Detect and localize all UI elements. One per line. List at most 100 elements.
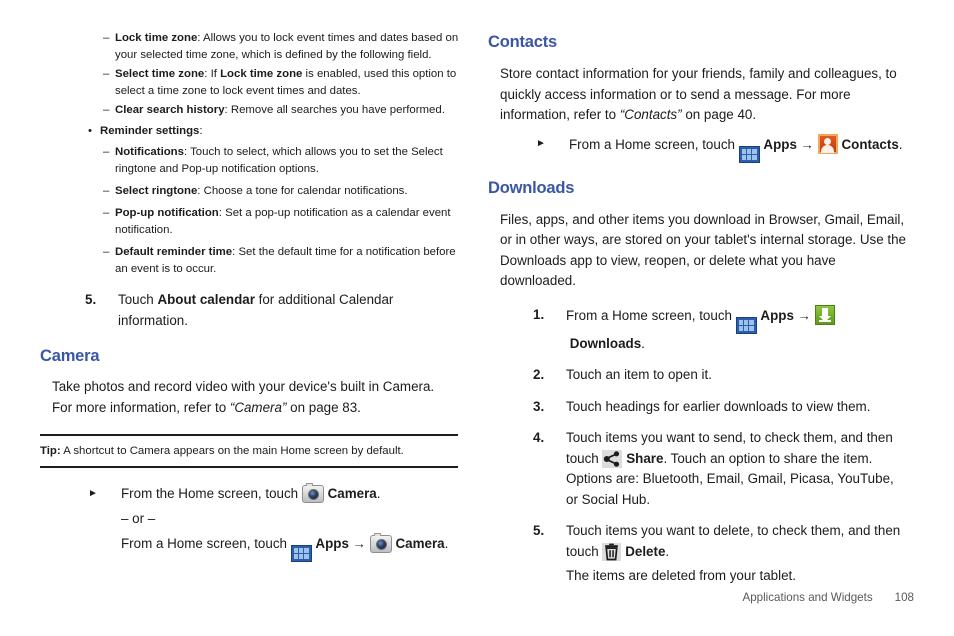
arrow-step-alt: From a Home screen, touch Apps → Camera. xyxy=(88,533,460,562)
or-separator: – or – xyxy=(121,510,156,526)
camera-icon xyxy=(369,533,392,553)
camera-app-label: Camera xyxy=(395,536,445,551)
page-section-heading-camera: Camera xyxy=(40,347,100,365)
step-period: . xyxy=(641,335,645,351)
list-item-body: Pop-up notification: Set a pop-up notifi… xyxy=(115,205,460,239)
step-body: Touch items you want to send, to check t… xyxy=(566,428,908,510)
closing-note: The items are deleted from your tablet. xyxy=(566,568,796,583)
dash-marker: – xyxy=(103,246,110,258)
share-label: Share xyxy=(626,450,664,466)
step-period: . xyxy=(376,486,381,501)
apps-label: Apps xyxy=(763,136,797,152)
step-body: Touch headings for earlier downloads to … xyxy=(566,398,871,414)
step-text-tail: . xyxy=(665,543,670,559)
dash-marker: – xyxy=(103,185,110,197)
numbered-step: 1. From a Home screen, touch Apps → Down… xyxy=(533,304,908,355)
list-item-body: Default reminder time: Set the default t… xyxy=(115,244,460,278)
downloads-paragraph: Files, apps, and other items you downloa… xyxy=(500,211,906,289)
numbered-step: 5. Touch items you want to delete, to ch… xyxy=(533,521,908,562)
right-column: Contacts Store contact information for y… xyxy=(488,0,908,598)
step-body: Touch an item to open it. xyxy=(566,367,712,382)
camera-cross-reference: “Camera” xyxy=(229,399,287,415)
step-period: . xyxy=(444,536,449,551)
triangle-bullet-icon: ► xyxy=(88,488,98,499)
numbered-step: 2. Touch an item to open it. xyxy=(533,365,908,386)
step-text-lead: Touch xyxy=(118,292,158,307)
apps-label: Apps xyxy=(760,307,794,323)
tip-box: Tip: A shortcut to Camera appears on the… xyxy=(40,434,458,468)
arrow-step: ► From the Home screen, touch Camera. xyxy=(88,483,460,505)
term: Notifications xyxy=(115,146,184,158)
share-icon xyxy=(602,449,623,468)
downloads-icon xyxy=(814,304,835,325)
numbered-step: 4. Touch items you want to send, to chec… xyxy=(533,428,908,510)
contacts-app-label: Contacts xyxy=(841,136,899,152)
term: Select ringtone xyxy=(115,185,198,197)
bullet-marker: • xyxy=(88,125,92,137)
step-number: 2. xyxy=(533,367,545,382)
dash-marker: – xyxy=(103,207,110,219)
definition: : Remove all searches you have performed… xyxy=(224,104,445,116)
dash-marker: – xyxy=(103,32,110,44)
left-column: – Lock time zone: Allows you to lock eve… xyxy=(40,0,460,566)
tip-label: Tip: xyxy=(40,445,61,457)
arrow-icon: → xyxy=(797,307,812,323)
contacts-paragraph: Store contact information for your frien… xyxy=(500,64,906,126)
step-body: Touch items you want to delete, to check… xyxy=(566,521,908,562)
camera-icon xyxy=(301,483,324,503)
list-item-body: Select ringtone: Choose a tone for calen… xyxy=(115,183,460,200)
step-number: 4. xyxy=(533,430,545,445)
list-item-body: Lock time zone: Allows you to lock event… xyxy=(115,30,460,64)
apps-label: Apps xyxy=(315,536,349,551)
arrow-icon: → xyxy=(352,536,367,551)
arrow-step-body: From the Home screen, touch Camera. xyxy=(121,483,460,505)
step-number: 5. xyxy=(533,523,545,538)
page-section-heading-downloads: Downloads xyxy=(488,178,575,197)
list-item: – Pop-up notification: Set a pop-up noti… xyxy=(103,205,460,239)
list-item-body: Select time zone: If Lock time zone is e… xyxy=(115,66,460,100)
manual-page: – Lock time zone: Allows you to lock eve… xyxy=(0,0,954,636)
apps-grid-icon xyxy=(290,545,312,562)
list-item: – Default reminder time: Set the default… xyxy=(103,244,460,278)
step-text: From the Home screen, touch xyxy=(121,486,302,501)
list-item: – Clear search history: Remove all searc… xyxy=(103,102,460,119)
list-item: – Select ringtone: Choose a tone for cal… xyxy=(103,183,460,200)
term: Clear search history xyxy=(115,104,225,116)
contacts-icon xyxy=(817,133,838,154)
list-item-body: Reminder settings: xyxy=(100,123,460,140)
trash-icon xyxy=(602,542,622,561)
step-text: From a Home screen, touch xyxy=(569,136,739,152)
footer-page-number: 108 xyxy=(894,591,914,604)
step-text: From a Home screen, touch xyxy=(566,307,736,323)
term-inline: Lock time zone xyxy=(220,68,303,80)
footer-chapter: Applications and Widgets xyxy=(742,591,873,604)
term: Pop-up notification xyxy=(115,207,219,219)
term: Default reminder time xyxy=(115,246,233,258)
term: Lock time zone xyxy=(115,32,198,44)
arrow-icon: → xyxy=(800,136,815,152)
definition: : xyxy=(199,125,203,137)
closing-note-row: The items are deleted from your tablet. xyxy=(533,566,908,587)
arrow-step-alt-body: From a Home screen, touch Apps → Camera. xyxy=(121,533,460,562)
list-item: – Select time zone: If Lock time zone is… xyxy=(103,66,460,100)
dash-marker: – xyxy=(103,104,110,116)
camera-app-label: Camera xyxy=(327,486,377,501)
delete-label: Delete xyxy=(625,543,666,559)
term: Reminder settings xyxy=(100,125,200,137)
camera-paragraph-tail: on page 83. xyxy=(286,399,361,415)
dash-marker: – xyxy=(103,146,110,158)
step-number: 5. xyxy=(85,292,97,307)
definition-lead: : If xyxy=(204,68,221,80)
page-section-heading-contacts: Contacts xyxy=(488,33,557,51)
list-item-body: Notifications: Touch to select, which al… xyxy=(115,144,460,178)
term: Select time zone xyxy=(115,68,205,80)
step-number: 3. xyxy=(533,398,545,414)
step-body: Touch About calendar for additional Cale… xyxy=(118,290,460,331)
or-separator-row: – or – xyxy=(88,509,460,530)
list-item: • Reminder settings: xyxy=(88,123,460,140)
page-footer: Applications and Widgets 108 xyxy=(742,591,914,604)
arrow-step-body: From a Home screen, touch Apps → Contact… xyxy=(569,133,908,163)
contacts-cross-reference: “Contacts” xyxy=(619,107,682,122)
step-period: . xyxy=(898,136,903,152)
apps-grid-icon xyxy=(735,316,757,334)
